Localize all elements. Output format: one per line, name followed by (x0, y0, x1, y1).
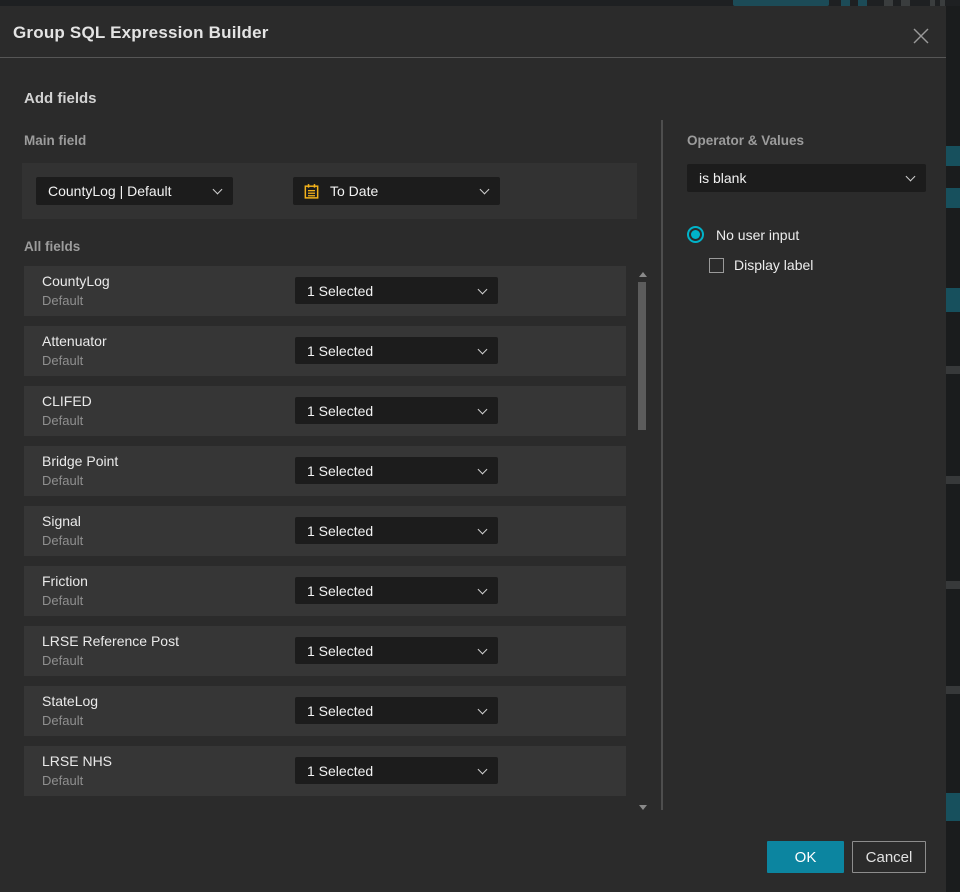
chevron-down-icon (477, 704, 488, 715)
chevron-down-icon (477, 764, 488, 775)
radio-label: No user input (716, 226, 800, 243)
chevron-down-icon (477, 284, 488, 295)
field-row-lrse-reference-post: LRSE Reference Post Default 1 Selected (24, 626, 626, 676)
field-name: LRSE Reference Post (42, 633, 179, 649)
field-selected-dropdown[interactable]: 1 Selected (295, 697, 498, 724)
field-subtitle: Default (42, 473, 84, 488)
ok-button[interactable]: OK (767, 841, 844, 873)
selected-count: 1 Selected (307, 342, 374, 359)
selected-count: 1 Selected (307, 282, 374, 299)
field-subtitle: Default (42, 653, 84, 668)
chevron-down-icon (477, 404, 488, 415)
panel-divider (661, 120, 663, 810)
scrollbar-thumb[interactable] (638, 282, 646, 430)
radio-selected-icon (687, 226, 704, 243)
sidebar-fragment (946, 288, 960, 312)
field-subtitle: Default (42, 773, 84, 788)
field-row-friction: Friction Default 1 Selected (24, 566, 626, 616)
sidebar-fragment (946, 188, 960, 208)
field-selected-dropdown[interactable]: 1 Selected (295, 517, 498, 544)
calendar-date-icon (304, 183, 319, 199)
field-subtitle: Default (42, 533, 84, 548)
field-row-attenuator: Attenuator Default 1 Selected (24, 326, 626, 376)
chevron-down-icon (477, 584, 488, 595)
field-subtitle: Default (42, 713, 84, 728)
scroll-up-icon[interactable] (639, 272, 647, 277)
no-user-input-radio[interactable]: No user input (687, 226, 799, 243)
dialog-title: Group SQL Expression Builder (13, 23, 269, 42)
main-field-container: CountyLog | Default To Date (22, 163, 637, 219)
field-name: Attenuator (42, 333, 107, 349)
display-label-checkbox[interactable]: Display label (709, 257, 813, 273)
field-selected-dropdown[interactable]: 1 Selected (295, 577, 498, 604)
field-row-clifed: CLIFED Default 1 Selected (24, 386, 626, 436)
chevron-down-icon (479, 184, 490, 195)
main-field-select-value: CountyLog | Default (48, 183, 172, 199)
checkbox-label: Display label (734, 257, 814, 273)
all-fields-scrollbar[interactable] (636, 270, 650, 812)
chevron-down-icon (477, 464, 488, 475)
cancel-button[interactable]: Cancel (852, 841, 926, 873)
sidebar-fragment (946, 686, 960, 694)
chevron-down-icon (477, 524, 488, 535)
sidebar-fragment (946, 146, 960, 166)
sidebar-fragment (946, 793, 960, 821)
field-selected-dropdown[interactable]: 1 Selected (295, 637, 498, 664)
underlying-app-right-strip (946, 6, 960, 892)
selected-count: 1 Selected (307, 462, 374, 479)
field-row-lrse-nhs: LRSE NHS Default 1 Selected (24, 746, 626, 796)
selected-count: 1 Selected (307, 522, 374, 539)
field-row-statelog: StateLog Default 1 Selected (24, 686, 626, 736)
field-selected-dropdown[interactable]: 1 Selected (295, 757, 498, 784)
dialog-header: Group SQL Expression Builder (0, 6, 946, 58)
chevron-down-icon (905, 171, 916, 182)
field-row-signal: Signal Default 1 Selected (24, 506, 626, 556)
operator-values-label: Operator & Values (687, 133, 805, 148)
all-fields-label: All fields (24, 239, 81, 254)
main-field-type-value: To Date (330, 183, 379, 199)
operator-select-value: is blank (699, 170, 747, 186)
field-subtitle: Default (42, 593, 84, 608)
selected-count: 1 Selected (307, 582, 374, 599)
main-field-type-select[interactable]: To Date (293, 177, 500, 205)
field-row-countylog: CountyLog Default 1 Selected (24, 266, 626, 316)
field-selected-dropdown[interactable]: 1 Selected (295, 397, 498, 424)
field-selected-dropdown[interactable]: 1 Selected (295, 277, 498, 304)
field-name: CountyLog (42, 273, 110, 289)
field-subtitle: Default (42, 413, 84, 428)
selected-count: 1 Selected (307, 702, 374, 719)
field-subtitle: Default (42, 353, 84, 368)
field-name: CLIFED (42, 393, 92, 409)
add-fields-heading: Add fields (24, 90, 97, 107)
field-subtitle: Default (42, 293, 84, 308)
main-field-label: Main field (24, 133, 87, 148)
main-field-select[interactable]: CountyLog | Default (36, 177, 233, 205)
chevron-down-icon (212, 184, 223, 195)
field-name: Bridge Point (42, 453, 119, 469)
field-name: Signal (42, 513, 81, 529)
operator-select[interactable]: is blank (687, 164, 926, 192)
sidebar-fragment (946, 476, 960, 484)
field-row-bridge-point: Bridge Point Default 1 Selected (24, 446, 626, 496)
group-sql-expression-builder-dialog: Group SQL Expression Builder Add fields … (0, 6, 946, 892)
field-name: LRSE NHS (42, 753, 113, 769)
checkbox-unchecked-icon (709, 257, 724, 273)
sidebar-fragment (946, 581, 960, 589)
field-selected-dropdown[interactable]: 1 Selected (295, 457, 498, 484)
field-name: Friction (42, 573, 88, 589)
sidebar-fragment (946, 366, 960, 374)
selected-count: 1 Selected (307, 402, 374, 419)
close-icon[interactable] (910, 25, 932, 47)
field-name: StateLog (42, 693, 99, 709)
selected-count: 1 Selected (307, 762, 374, 779)
selected-count: 1 Selected (307, 642, 374, 659)
chevron-down-icon (477, 344, 488, 355)
live-view-label: Live View (763, 0, 810, 2)
field-selected-dropdown[interactable]: 1 Selected (295, 337, 498, 364)
chevron-down-icon (477, 644, 488, 655)
scroll-down-icon[interactable] (639, 805, 647, 810)
